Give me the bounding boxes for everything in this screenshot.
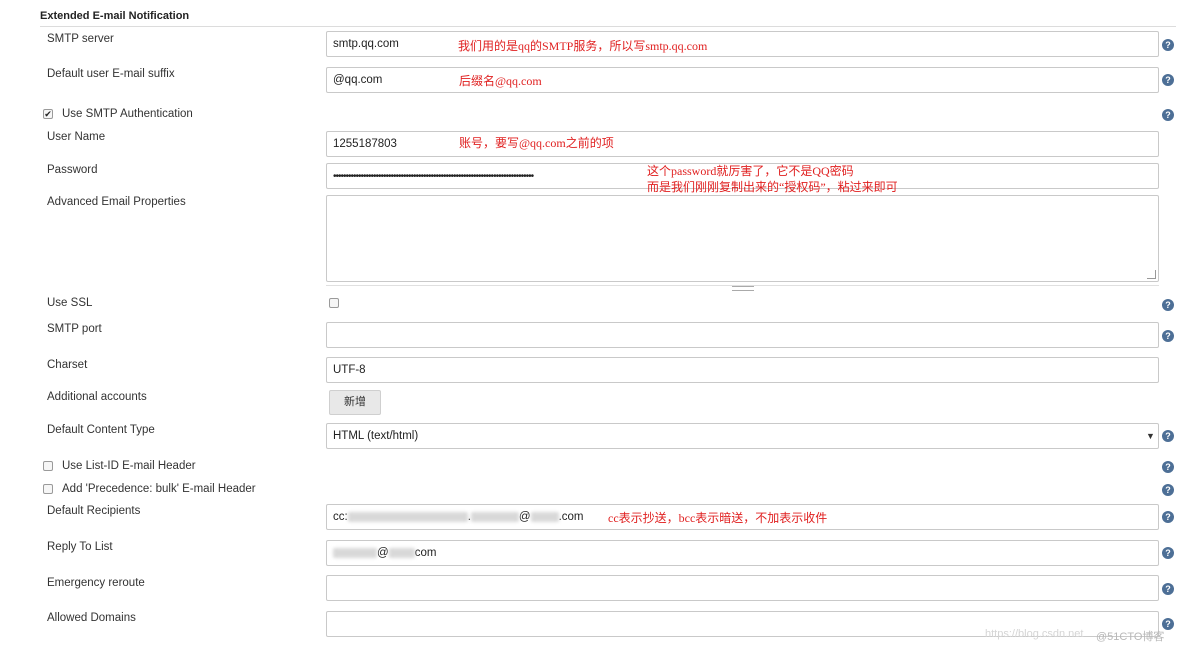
help-icon[interactable]: ? <box>1162 109 1174 121</box>
help-icon[interactable]: ? <box>1162 484 1174 496</box>
use-ssl-checkbox[interactable] <box>329 298 339 308</box>
password-value: ••••••••••••••••••••••••••••••••••••••••… <box>333 171 534 182</box>
precedence-label: Add 'Precedence: bulk' E-mail Header <box>62 483 256 495</box>
user-annotation: 账号，要写@qq.com之前的项 <box>459 136 614 150</box>
recipients-cc: cc: <box>333 511 348 523</box>
password-label: Password <box>47 164 98 176</box>
smtp-server-value: smtp.qq.com <box>333 38 399 50</box>
recipients-annotation: cc表示抄送，bcc表示暗送，不加表示收件 <box>608 511 828 525</box>
redacted-text <box>530 511 559 522</box>
reply-to-input[interactable]: @ com <box>326 540 1159 566</box>
emergency-reroute-input[interactable] <box>326 575 1159 601</box>
smtp-annotation: 我们用的是qq的SMTP服务，所以写smtp.qq.com <box>458 39 708 53</box>
watermark-brand: @51CTO博客 <box>1096 631 1165 643</box>
password-annotation-line1: 这个password就厉害了，它不是QQ密码 <box>647 164 854 178</box>
resize-grip-icon[interactable] <box>1147 270 1156 279</box>
help-icon[interactable]: ? <box>1162 299 1174 311</box>
charset-value: UTF-8 <box>333 364 366 376</box>
redacted-text <box>333 547 377 558</box>
reply-to-label: Reply To List <box>47 541 113 553</box>
smtp-auth-label: Use SMTP Authentication <box>62 108 193 120</box>
recipients-at: @ <box>518 511 531 523</box>
list-id-checkbox[interactable] <box>43 461 53 471</box>
redacted-text <box>470 511 519 522</box>
redacted-text <box>347 511 468 522</box>
help-icon[interactable]: ? <box>1162 39 1174 51</box>
content-type-value: HTML (text/html) <box>333 430 419 442</box>
suffix-annotation: 后缀名@qq.com <box>459 74 542 88</box>
content-type-select[interactable]: HTML (text/html) <box>326 423 1159 449</box>
smtp-server-label: SMTP server <box>47 33 114 45</box>
charset-label: Charset <box>47 359 88 371</box>
content-type-label: Default Content Type <box>47 424 155 436</box>
recipients-label: Default Recipients <box>47 505 141 517</box>
reply-to-at: @ <box>377 547 389 559</box>
advanced-props-textarea[interactable] <box>326 195 1159 282</box>
precedence-checkbox[interactable] <box>43 484 53 494</box>
user-name-input[interactable]: 1255187803 <box>326 131 1159 157</box>
add-account-button[interactable]: 新增 <box>329 390 381 415</box>
reply-to-com: com <box>414 547 437 559</box>
list-id-label: Use List-ID E-mail Header <box>62 460 196 472</box>
watermark-url: https://blog.csdn.net <box>985 628 1084 640</box>
smtp-port-label: SMTP port <box>47 323 102 335</box>
smtp-server-input[interactable]: smtp.qq.com <box>326 31 1159 57</box>
help-icon[interactable]: ? <box>1162 74 1174 86</box>
user-name-label: User Name <box>47 131 106 143</box>
charset-input[interactable]: UTF-8 <box>326 357 1159 383</box>
user-name-value: 1255187803 <box>333 138 397 150</box>
help-icon[interactable]: ? <box>1162 583 1174 595</box>
help-icon[interactable]: ? <box>1162 330 1174 342</box>
redacted-text <box>388 547 415 558</box>
help-icon[interactable]: ? <box>1162 547 1174 559</box>
advanced-props-label: Advanced Email Properties <box>47 196 186 208</box>
smtp-auth-checkbox[interactable]: ✔ <box>43 109 53 119</box>
email-suffix-value: @qq.com <box>333 74 383 86</box>
password-annotation-line2: 而是我们刚刚复制出来的“授权码”，粘过来即可 <box>647 180 898 194</box>
use-ssl-label: Use SSL <box>47 297 93 309</box>
recipients-com: .com <box>558 511 584 523</box>
help-icon[interactable]: ? <box>1162 461 1174 473</box>
drag-handle-icon[interactable] <box>732 286 754 291</box>
help-icon[interactable]: ? <box>1162 511 1174 523</box>
email-suffix-label: Default user E-mail suffix <box>47 68 175 80</box>
section-title: Extended E-mail Notification <box>40 10 190 22</box>
chevron-down-icon: ▼ <box>1146 431 1155 441</box>
smtp-port-input[interactable] <box>326 322 1159 348</box>
help-icon[interactable]: ? <box>1162 430 1174 442</box>
emergency-reroute-label: Emergency reroute <box>47 577 145 589</box>
email-suffix-input[interactable]: @qq.com <box>326 67 1159 93</box>
allowed-domains-label: Allowed Domains <box>47 612 136 624</box>
section-divider <box>40 26 1176 27</box>
additional-accounts-label: Additional accounts <box>47 391 147 403</box>
